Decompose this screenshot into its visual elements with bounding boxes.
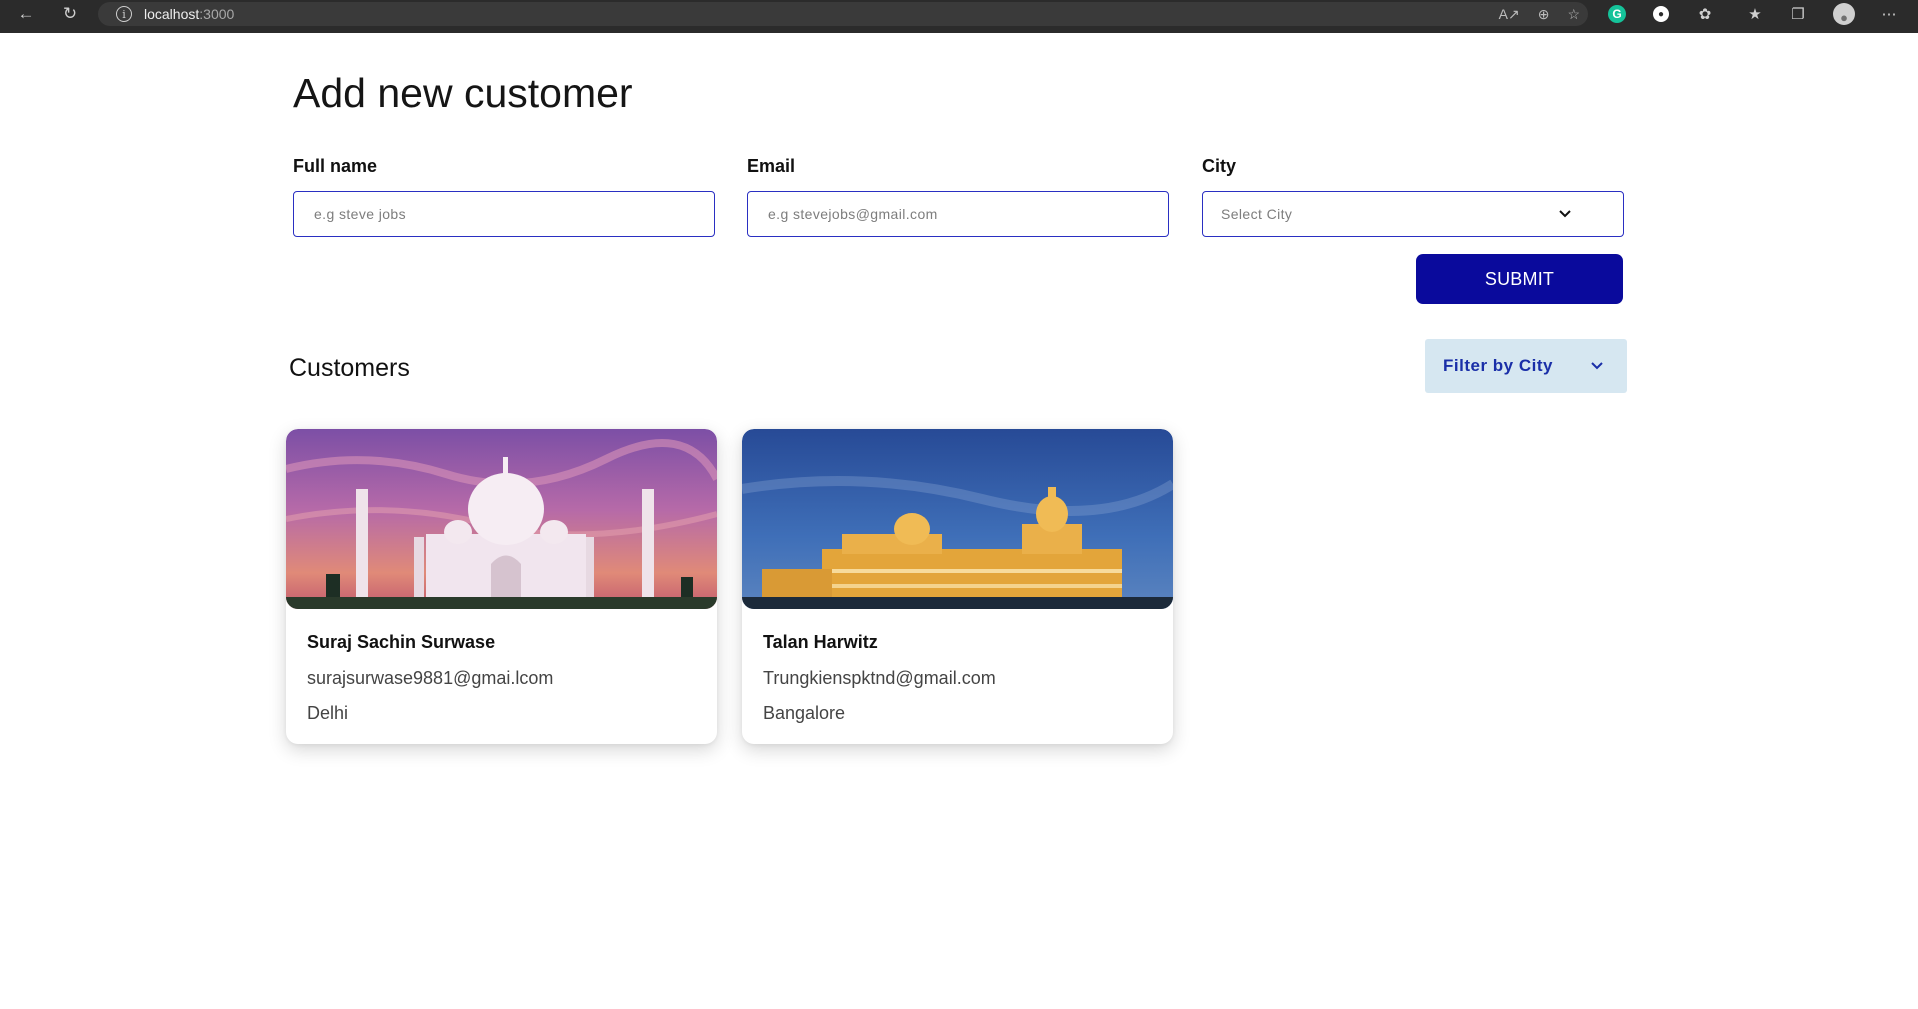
url-host: localhost bbox=[144, 6, 200, 22]
info-icon[interactable]: i bbox=[116, 6, 132, 22]
read-aloud-icon[interactable]: A↗ bbox=[1499, 6, 1520, 23]
address-bar[interactable]: i localhost:3000 A↗ ⊕ ☆ bbox=[98, 2, 1588, 26]
customer-name: Suraj Sachin Surwase bbox=[307, 632, 496, 652]
zoom-icon[interactable]: ⊕ bbox=[1538, 6, 1550, 23]
customer-city: Bangalore bbox=[763, 703, 846, 723]
url-text: localhost:3000 bbox=[144, 6, 234, 22]
customer-email: surajsurwase9881@gmai.lcom bbox=[307, 668, 554, 688]
more-icon[interactable]: ⋯ bbox=[1878, 3, 1900, 25]
customer-card[interactable]: Suraj Sachin Surwase surajsurwase9881@gm… bbox=[286, 429, 717, 744]
customer-city: Delhi bbox=[307, 703, 349, 723]
url-port: :3000 bbox=[199, 6, 235, 22]
grammarly-icon[interactable]: G bbox=[1606, 3, 1628, 25]
email-input[interactable] bbox=[766, 205, 1132, 223]
puzzle-icon[interactable]: ✿ bbox=[1694, 3, 1716, 25]
email-label: Email bbox=[747, 156, 796, 176]
full-name-field[interactable] bbox=[293, 191, 715, 237]
customer-email: Trungkienspktnd@gmail.com bbox=[763, 668, 996, 688]
city-select-value: Select City bbox=[1221, 206, 1293, 222]
full-name-input[interactable] bbox=[312, 205, 678, 223]
city-label: City bbox=[1202, 156, 1237, 176]
customers-heading: Customers bbox=[289, 354, 410, 382]
collections-icon[interactable]: ❐ bbox=[1787, 3, 1809, 25]
city-photo-delhi bbox=[286, 429, 717, 609]
submit-button[interactable]: SUBMIT bbox=[1416, 254, 1623, 304]
filter-by-city-dropdown[interactable]: Filter by City bbox=[1425, 339, 1627, 393]
customer-name: Talan Harwitz bbox=[763, 632, 878, 652]
city-photo-bangalore bbox=[742, 429, 1173, 609]
browser-toolbar: ← ↻ i localhost:3000 A↗ ⊕ ☆ G ● ✿ ★ ❐ ● … bbox=[0, 0, 1918, 33]
full-name-label: Full name bbox=[293, 156, 378, 176]
back-arrow-icon[interactable]: ← bbox=[10, 0, 42, 27]
refresh-icon[interactable]: ↻ bbox=[54, 0, 86, 27]
extension-icon[interactable]: ● bbox=[1650, 3, 1672, 25]
customer-card[interactable]: Talan Harwitz Trungkienspktnd@gmail.com … bbox=[742, 429, 1173, 744]
chevron-down-icon bbox=[1559, 210, 1571, 218]
filter-label: Filter by City bbox=[1443, 356, 1553, 375]
favorites-list-icon[interactable]: ★ bbox=[1744, 3, 1766, 25]
page-title: Add new customer bbox=[293, 70, 633, 116]
favorite-icon[interactable]: ☆ bbox=[1567, 6, 1580, 23]
city-select[interactable]: Select City bbox=[1202, 191, 1624, 237]
chevron-down-icon bbox=[1591, 362, 1603, 370]
email-field[interactable] bbox=[747, 191, 1169, 237]
profile-icon[interactable]: ● bbox=[1833, 3, 1855, 25]
